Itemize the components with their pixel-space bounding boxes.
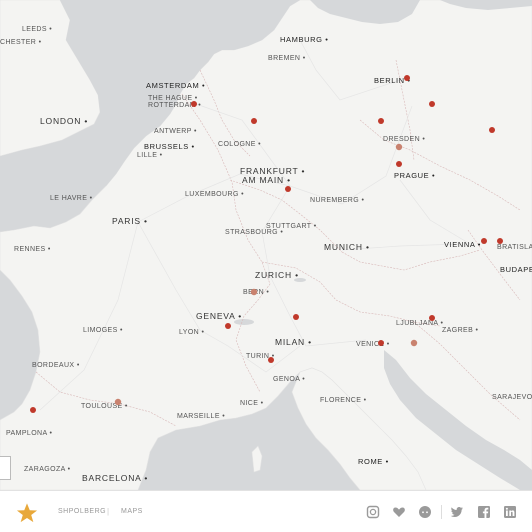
instagram-icon[interactable] — [366, 505, 380, 519]
city-label-budapest: BUDAPES • — [500, 265, 532, 274]
city-label-hamburg: HAMBURG • — [280, 35, 328, 44]
city-label-zagreb: ZAGREB • — [442, 327, 479, 334]
city-label-toulouse: TOULOUSE • — [81, 403, 128, 410]
map-marker[interactable] — [30, 407, 36, 413]
map-marker[interactable] — [378, 118, 384, 124]
map-marker[interactable] — [429, 315, 435, 321]
city-label-genoa: GENOA • — [273, 376, 305, 383]
city-label-lyon: LYON • — [179, 329, 204, 336]
city-label-pamplona: PAMPLONA • — [6, 430, 53, 437]
city-label-munich: MUNICH • — [324, 242, 370, 252]
city-label-rennes: RENNES • — [14, 246, 51, 253]
map-marker[interactable] — [293, 314, 299, 320]
map-marker[interactable] — [114, 398, 122, 406]
map-marker[interactable] — [225, 323, 231, 329]
city-label-florence: FLORENCE • — [320, 397, 367, 404]
city-label-sarajevo: SARAJEVO • — [492, 394, 532, 401]
city-label-bremen: BREMEN • — [268, 55, 306, 62]
city-label-prague: PRAGUE • — [394, 171, 435, 180]
city-label-ljubljana: LJUBLJANA • — [396, 320, 443, 327]
city-label-zurich: ZURICH • — [255, 270, 299, 280]
city-label-brussels: BRUSSELS • — [144, 142, 195, 151]
city-label-lille: LILLE • — [137, 152, 163, 159]
city-label-dresden: DRESDEN • — [383, 136, 425, 143]
facebook-icon[interactable] — [477, 505, 491, 519]
map-marker[interactable] — [191, 101, 197, 107]
map-marker[interactable] — [481, 238, 487, 244]
map-marker[interactable] — [285, 186, 291, 192]
city-label-antwerp: ANTWERP • — [154, 128, 197, 135]
footer-divider — [441, 505, 442, 519]
city-label-nuremberg: NUREMBERG • — [310, 197, 364, 204]
linkedin-icon[interactable] — [503, 505, 517, 519]
map-marker[interactable] — [268, 357, 274, 363]
map-marker[interactable] — [497, 238, 503, 244]
city-label-hague: THE HAGUE • — [148, 95, 198, 102]
city-label-lehavre: LE HAVRE • — [50, 195, 93, 202]
city-label-geneva: GENEVA • — [196, 311, 242, 321]
map-marker[interactable] — [429, 101, 435, 107]
city-label-venice: VENICE • — [356, 341, 390, 348]
zoom-control[interactable] — [0, 456, 11, 480]
map-marker[interactable] — [395, 143, 403, 151]
map-marker[interactable] — [489, 127, 495, 133]
city-label-limoges: LIMOGES • — [83, 327, 123, 334]
map-svg: LEEDS •CHESTER • HAMBURG •BREMEN •BERLIN … — [0, 0, 532, 490]
heart-icon[interactable] — [392, 505, 406, 519]
footer-separator: | — [107, 507, 110, 516]
city-label-luxembourg: LUXEMBOURG • — [185, 191, 244, 198]
city-label-paris: PARIS • — [112, 216, 148, 226]
city-label-vienna: VIENNA • — [444, 240, 481, 249]
city-label-milan: MILAN • — [275, 337, 312, 347]
star-icon[interactable] — [16, 502, 38, 524]
reddit-icon[interactable] — [418, 505, 432, 519]
city-label-amsterdam: AMSTERDAM • — [146, 81, 205, 90]
city-label-manchester: CHESTER • — [0, 39, 42, 46]
map-canvas[interactable]: LEEDS • CHESTER • HAMBURG • BREMEN • BERLIN … — [0, 0, 532, 490]
city-label-london: LONDON • — [40, 116, 88, 126]
city-label-bratislava: BRATISLAVA • — [497, 244, 532, 251]
city-label-bordeaux: BORDEAUX • — [32, 362, 80, 369]
maps-link[interactable]: MAPS — [121, 508, 143, 515]
city-label-leeds: LEEDS • — [22, 26, 52, 33]
map-marker[interactable] — [410, 339, 418, 347]
footer: SHPOLBERG | MAPS — [0, 490, 532, 532]
city-label-cologne: COLOGNE • — [218, 141, 261, 148]
map-marker[interactable] — [404, 75, 410, 81]
map-marker[interactable] — [251, 118, 257, 124]
map-marker[interactable] — [378, 340, 384, 346]
city-label-frankfurt2: AM MAIN • — [242, 175, 291, 185]
city-label-barcelona: BARCELONA • — [82, 473, 148, 483]
map-marker[interactable] — [250, 288, 258, 296]
city-label-marseille: MARSEILLE • — [177, 413, 225, 420]
city-label-nice: NICE • — [240, 400, 264, 407]
city-label-strasbourg: STRASBOURG • — [225, 229, 283, 236]
brand-link[interactable]: SHPOLBERG — [58, 508, 106, 515]
twitter-icon[interactable] — [450, 505, 464, 519]
city-label-zaragoza: ZARAGOZA • — [24, 466, 71, 473]
map-marker[interactable] — [396, 161, 402, 167]
city-label-rome: ROME • — [358, 457, 389, 466]
